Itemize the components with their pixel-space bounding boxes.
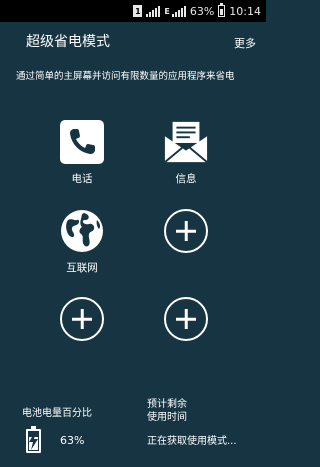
sim-indicator-icon: 1 [133, 5, 143, 17]
app-tile-phone[interactable]: 电话 [37, 119, 127, 186]
status-icons: 1 E 63% 10:14 [133, 0, 261, 22]
app-label-messages: 信息 [175, 173, 197, 185]
battery-percent-text: 63% [189, 4, 215, 18]
app-tile-internet[interactable]: 互联网 [37, 208, 127, 275]
usage-pattern-status: 正在获取使用模式... [147, 436, 237, 447]
app-label-internet: 互联网 [66, 262, 98, 274]
app-label-phone: 电话 [71, 173, 93, 185]
phone-icon [59, 119, 105, 165]
globe-icon [59, 208, 105, 254]
clock: 10:14 [229, 4, 261, 18]
add-app-slot[interactable] [37, 296, 127, 342]
battery-charging-icon [26, 426, 41, 453]
more-button[interactable]: 更多 [234, 35, 256, 51]
add-icon [59, 296, 105, 342]
add-app-slot[interactable] [141, 208, 231, 254]
add-app-slot[interactable] [141, 296, 231, 342]
remaining-time-label-line1: 预计剩余 [147, 399, 187, 410]
page-title: 超级省电模式 [26, 34, 110, 50]
battery-percentage-value: 63% [60, 434, 85, 447]
network-type-indicator: E [164, 6, 170, 16]
add-icon [163, 208, 209, 254]
add-icon [163, 296, 209, 342]
remaining-time-label: 预计剩余 使用时间 [147, 398, 187, 424]
signal-strength-icon [146, 5, 161, 17]
lightning-bolt-icon [29, 432, 38, 450]
message-envelope-icon [163, 119, 209, 165]
signal-strength-2-icon [171, 5, 186, 17]
mode-description: 通过简单的主屏幕并访问有限数量的应用程序来省电 [16, 71, 235, 82]
battery-percentage-label: 电池电量百分比 [22, 408, 92, 419]
remaining-time-label-line2: 使用时间 [147, 412, 187, 423]
battery-icon [218, 3, 226, 17]
app-tile-messages[interactable]: 信息 [141, 119, 231, 186]
status-bar: 1 E 63% 10:14 [0, 0, 266, 22]
